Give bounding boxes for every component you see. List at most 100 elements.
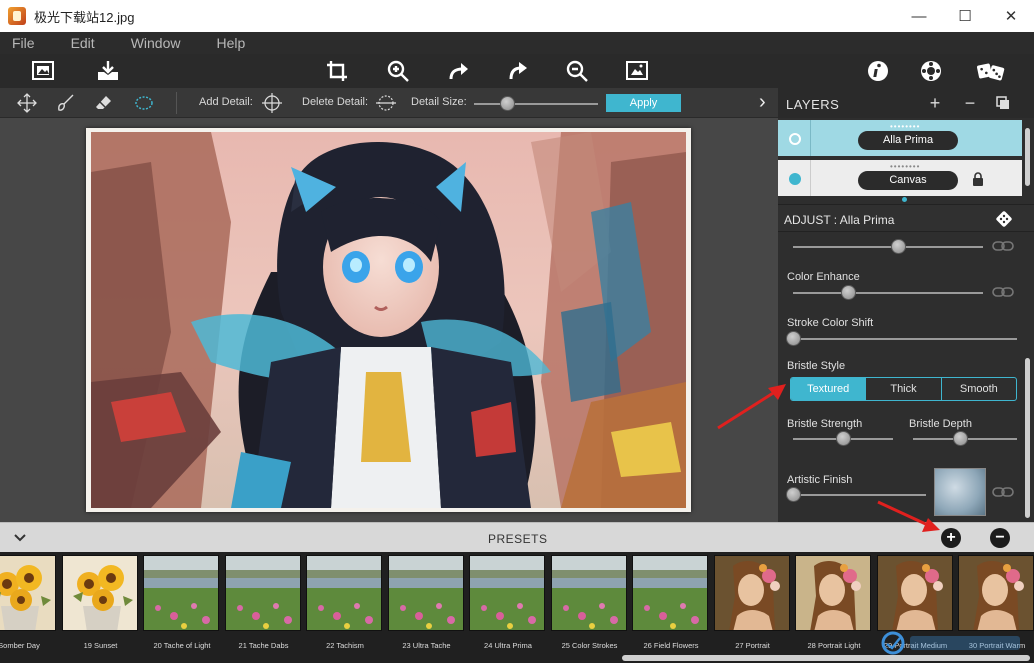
preset-thumbnail[interactable] [61,555,138,631]
maximize-button[interactable]: ☐ [942,0,988,32]
preset-thumbnail[interactable] [224,555,301,631]
layer-item-canvas[interactable]: •••••••• Canvas [778,160,1022,196]
preset-item[interactable]: 19 Sunset [61,555,140,651]
open-image-icon[interactable] [30,58,56,84]
preset-thumbnail[interactable] [469,555,545,631]
random-adjust-dice-icon[interactable] [996,211,1012,227]
add-detail-icon[interactable] [262,93,282,113]
preset-thumbnail[interactable] [632,555,708,631]
detail-size-slider-thumb[interactable] [500,96,516,111]
close-button[interactable]: ✕ [988,0,1034,32]
stroke-color-shift-slider-thumb[interactable] [786,331,801,346]
menu-file[interactable]: File [12,35,35,51]
preset-thumbnail[interactable] [795,555,871,631]
preset-thumbnail[interactable] [876,555,953,631]
artistic-finish-slider-thumb[interactable] [786,487,801,502]
zoom-out-icon[interactable] [564,58,590,84]
color-enhance-slider-thumb[interactable] [841,285,857,300]
preset-thumbnail[interactable] [306,555,382,631]
lock-icon[interactable] [972,172,984,186]
layers-title: LAYERS [786,97,840,112]
preset-item[interactable]: 28 Portrait Light [795,555,873,651]
menu-window[interactable]: Window [131,35,181,51]
layer-item-alla-prima[interactable]: •••••••• Alla Prima [778,120,1022,156]
layer-visibility-toggle[interactable] [789,173,801,185]
preset-label: 23 Ultra Tache [402,641,451,650]
move-icon[interactable] [17,93,37,113]
expand-panel-icon[interactable]: › [759,91,766,114]
save-icon[interactable] [95,58,121,84]
canvas-area[interactable] [0,118,778,522]
link-icon[interactable] [992,486,1014,498]
menu-bar: File Edit Window Help [0,32,1034,54]
preset-item[interactable]: 27 Portrait [713,555,792,651]
layer-drag-handle[interactable] [902,197,907,202]
preset-item[interactable]: 20 Tache of Light [143,555,221,651]
bristle-depth-label: Bristle Depth [909,418,972,430]
preset-thumbnail[interactable] [550,555,627,631]
bristle-strength-slider-thumb[interactable] [836,431,851,446]
stroke-color-shift-slider-track[interactable] [793,338,1017,340]
zoom-in-icon[interactable] [385,58,411,84]
settings-icon[interactable] [918,58,944,84]
toolbar-separator [176,92,177,114]
preset-label: Somber Day [0,641,40,650]
preset-thumbnail[interactable] [713,555,790,631]
preset-item[interactable]: 21 Tache Dabs [224,555,303,651]
undo-icon[interactable] [445,58,471,84]
preset-item[interactable]: 24 Ultra Prima [469,555,547,651]
info-icon[interactable] [865,58,891,84]
preset-label: 19 Sunset [83,641,118,650]
layer-visibility-toggle[interactable] [789,133,801,145]
delete-detail-icon[interactable] [376,93,396,113]
brush-icon[interactable] [55,93,75,113]
layers-scrollbar[interactable] [1025,128,1030,186]
layer-name-canvas[interactable]: Canvas [858,171,958,190]
color-enhance-slider-track[interactable] [793,292,983,294]
preset-label: 28 Portrait Light [807,641,861,650]
menu-edit[interactable]: Edit [71,35,95,51]
apply-button[interactable]: Apply [606,94,681,112]
preset-thumbnail[interactable] [143,555,219,631]
redo-icon[interactable] [505,58,531,84]
artistic-finish-texture-preview[interactable] [934,468,986,516]
selection-ellipse-icon[interactable] [134,93,154,113]
artistic-finish-slider-track[interactable] [793,494,926,496]
eraser-icon[interactable] [94,93,114,113]
preset-item[interactable]: 22 Tachism [306,555,384,651]
collapse-chevron-icon[interactable] [12,530,28,546]
add-layer-button[interactable]: + [926,94,944,112]
link-icon[interactable] [992,286,1014,298]
link-icon[interactable] [992,240,1014,252]
menu-help[interactable]: Help [216,35,245,51]
remove-layer-button[interactable]: − [961,94,979,112]
unnamed-slider-thumb[interactable] [890,239,906,254]
detail-size-slider-track[interactable] [474,103,598,105]
preset-item[interactable]: 25 Color Strokes [550,555,629,651]
layer-name-alla-prima[interactable]: Alla Prima [858,131,958,150]
preset-thumbnail[interactable] [0,555,56,631]
detail-toolbar: Add Detail: Delete Detail: Detail Size: … [0,88,778,118]
random-dice-icon[interactable] [975,58,1007,84]
preset-item[interactable]: 26 Field Flowers [632,555,710,651]
adjust-scrollbar[interactable] [1025,358,1030,518]
bristle-style-textured[interactable]: Textured [791,378,867,400]
artwork-image[interactable] [91,132,686,508]
minimize-button[interactable]: — [896,0,942,32]
bristle-style-thick[interactable]: Thick [866,378,942,400]
remove-preset-button[interactable]: − [990,528,1010,548]
fit-image-icon[interactable] [624,58,650,84]
unnamed-slider-track[interactable] [793,246,983,248]
bristle-style-smooth[interactable]: Smooth [942,378,1016,400]
bristle-style-segmented: Textured Thick Smooth [790,377,1017,401]
preset-thumbnail[interactable] [387,555,464,631]
preset-item[interactable]: Somber Day [0,555,58,651]
duplicate-layer-icon[interactable] [996,96,1010,110]
preset-item[interactable]: 23 Ultra Tache [387,555,466,651]
bristle-depth-slider-thumb[interactable] [952,431,968,446]
add-preset-button[interactable]: + [941,528,961,548]
preset-thumbnail[interactable] [958,555,1034,631]
adjust-header: ADJUST : Alla Prima [778,204,1034,232]
title-bar: 极光下载站12.jpg — ☐ ✕ [0,0,1034,32]
crop-icon[interactable] [324,58,350,84]
